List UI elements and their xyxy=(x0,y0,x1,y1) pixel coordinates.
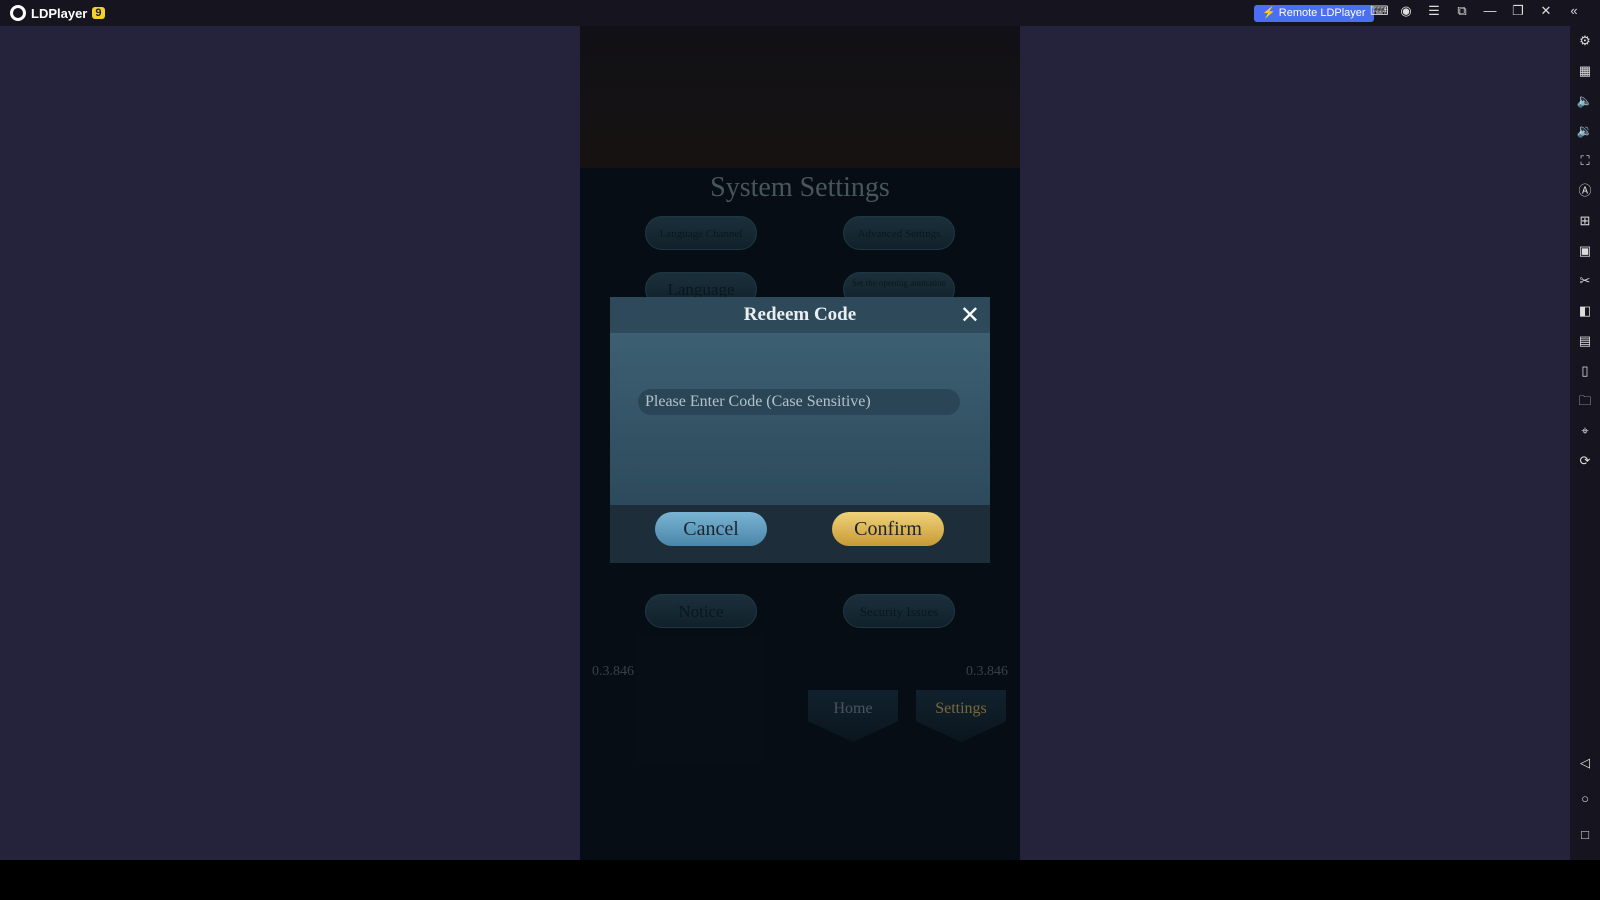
screenshot-icon[interactable]: ⛶ xyxy=(1570,146,1600,176)
confirm-button[interactable]: Confirm xyxy=(832,512,944,546)
ldplayer-logo-icon xyxy=(10,5,26,21)
apk-icon[interactable]: ▣ xyxy=(1570,236,1600,266)
recent-icon[interactable]: □ xyxy=(1570,820,1600,856)
gamepad-icon[interactable]: ⌨ xyxy=(1370,3,1389,19)
shake-icon[interactable]: ▯ xyxy=(1570,356,1600,386)
right-toolbar: ⚙ ▦ 🔈 🔉 ⛶ Ⓐ ⊞ ▣ ✂ ◧ ▤ ▯ 🗀 ⌖ ⟳ ◁ ○ □ xyxy=(1570,26,1600,860)
restore-icon[interactable]: ❐ xyxy=(1510,3,1526,19)
bottom-bar xyxy=(0,860,1600,900)
app-logo: LDPlayer 9 xyxy=(10,5,105,21)
account-icon[interactable]: ◉ xyxy=(1398,3,1414,19)
multi-window-icon[interactable]: ◧ xyxy=(1570,296,1600,326)
redeem-code-dialog: Redeem Code ✕ Cancel Confirm xyxy=(610,297,990,563)
app-title: LDPlayer xyxy=(31,5,88,21)
notes-icon[interactable]: ▤ xyxy=(1570,326,1600,356)
cancel-button[interactable]: Cancel xyxy=(655,512,767,546)
version-badge: 9 xyxy=(92,7,105,19)
home-icon[interactable]: ○ xyxy=(1570,784,1600,820)
settings-icon[interactable]: ⚙ xyxy=(1570,26,1600,56)
folder-icon[interactable]: 🗀 xyxy=(1570,386,1600,416)
close-icon[interactable]: ✕ xyxy=(960,301,980,330)
menu-icon[interactable]: ☰ xyxy=(1426,3,1442,19)
collapse-icon[interactable]: « xyxy=(1566,3,1582,19)
add-apk-icon[interactable]: ⊞ xyxy=(1570,206,1600,236)
volume-up-icon[interactable]: 🔈 xyxy=(1570,86,1600,116)
minimize-icon[interactable]: — xyxy=(1482,3,1498,19)
close-icon[interactable]: ✕ xyxy=(1538,3,1554,19)
dialog-title: Redeem Code xyxy=(610,297,990,333)
scissors-icon[interactable]: ✂ xyxy=(1570,266,1600,296)
resize-icon[interactable]: ⧉ xyxy=(1454,3,1470,19)
remote-ldplayer-button[interactable]: ⚡ Remote LDPlayer xyxy=(1254,5,1374,22)
title-bar: LDPlayer 9 ⚡ Remote LDPlayer ⌨ ◉ ☰ ⧉ — ❐ ✕ « xyxy=(0,0,1600,26)
redeem-code-input[interactable] xyxy=(638,389,960,415)
rotate-icon[interactable]: ⟳ xyxy=(1570,446,1600,476)
game-screen: System Settings Language Channel Advance… xyxy=(580,26,1020,860)
back-icon[interactable]: ◁ xyxy=(1570,748,1600,784)
keyboard-icon[interactable]: ▦ xyxy=(1570,56,1600,86)
sync-icon[interactable]: Ⓐ xyxy=(1570,176,1600,206)
volume-down-icon[interactable]: 🔉 xyxy=(1570,116,1600,146)
location-icon[interactable]: ⌖ xyxy=(1570,416,1600,446)
remote-label: Remote LDPlayer xyxy=(1278,7,1366,19)
